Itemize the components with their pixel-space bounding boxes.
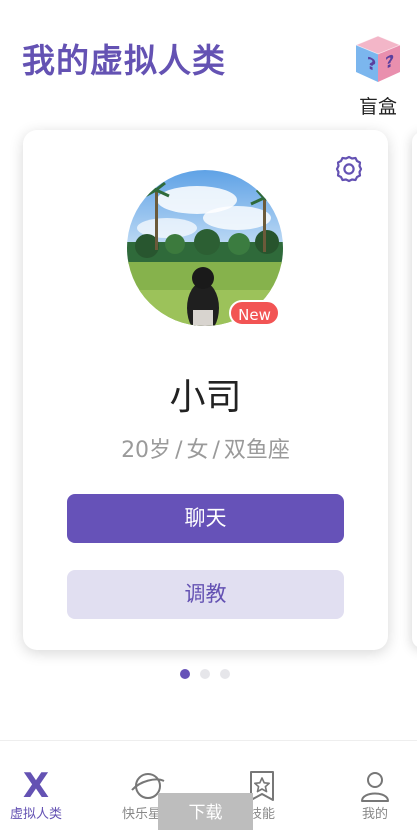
info-separator: / <box>212 438 220 463</box>
download-button[interactable]: 下载 <box>158 793 253 830</box>
mystery-box-icon: ? ? <box>354 35 402 82</box>
blindbox-button[interactable]: ? ? 盲盒 <box>350 30 406 120</box>
app-screen: 我的虚拟人类 ? ? 盲盒 New 小司 20岁 / 女 / 双鱼座 聊天 调教… <box>0 0 417 830</box>
person-icon <box>361 772 389 802</box>
tab-label: 虚拟人类 <box>9 807 62 822</box>
pagination-dot-1[interactable] <box>180 669 190 679</box>
page-title: 我的虚拟人类 <box>22 41 226 80</box>
chat-button[interactable]: 聊天 <box>67 494 344 543</box>
carousel-pagination <box>180 669 230 679</box>
character-card: New 小司 20岁 / 女 / 双鱼座 聊天 调教 <box>23 130 388 650</box>
info-separator: / <box>175 438 183 463</box>
tab-virtual-humans[interactable]: X 虚拟人类 <box>0 741 76 830</box>
new-badge: New <box>229 300 280 326</box>
gear-icon[interactable] <box>334 154 364 184</box>
x-logo-icon: X <box>22 766 50 806</box>
character-info: 20岁 / 女 / 双鱼座 <box>23 432 388 464</box>
next-card-peek[interactable] <box>412 132 417 648</box>
pagination-dot-3[interactable] <box>220 669 230 679</box>
character-name: 小司 <box>169 377 242 418</box>
character-age: 20岁 <box>121 438 172 463</box>
blindbox-label: 盲盒 <box>358 96 397 118</box>
tab-label: 我的 <box>361 807 388 822</box>
character-zodiac: 双鱼座 <box>223 438 290 463</box>
pagination-dot-2[interactable] <box>200 669 210 679</box>
train-button[interactable]: 调教 <box>67 570 344 619</box>
character-gender: 女 <box>186 438 209 463</box>
tab-mine[interactable]: 我的 <box>335 741 415 830</box>
